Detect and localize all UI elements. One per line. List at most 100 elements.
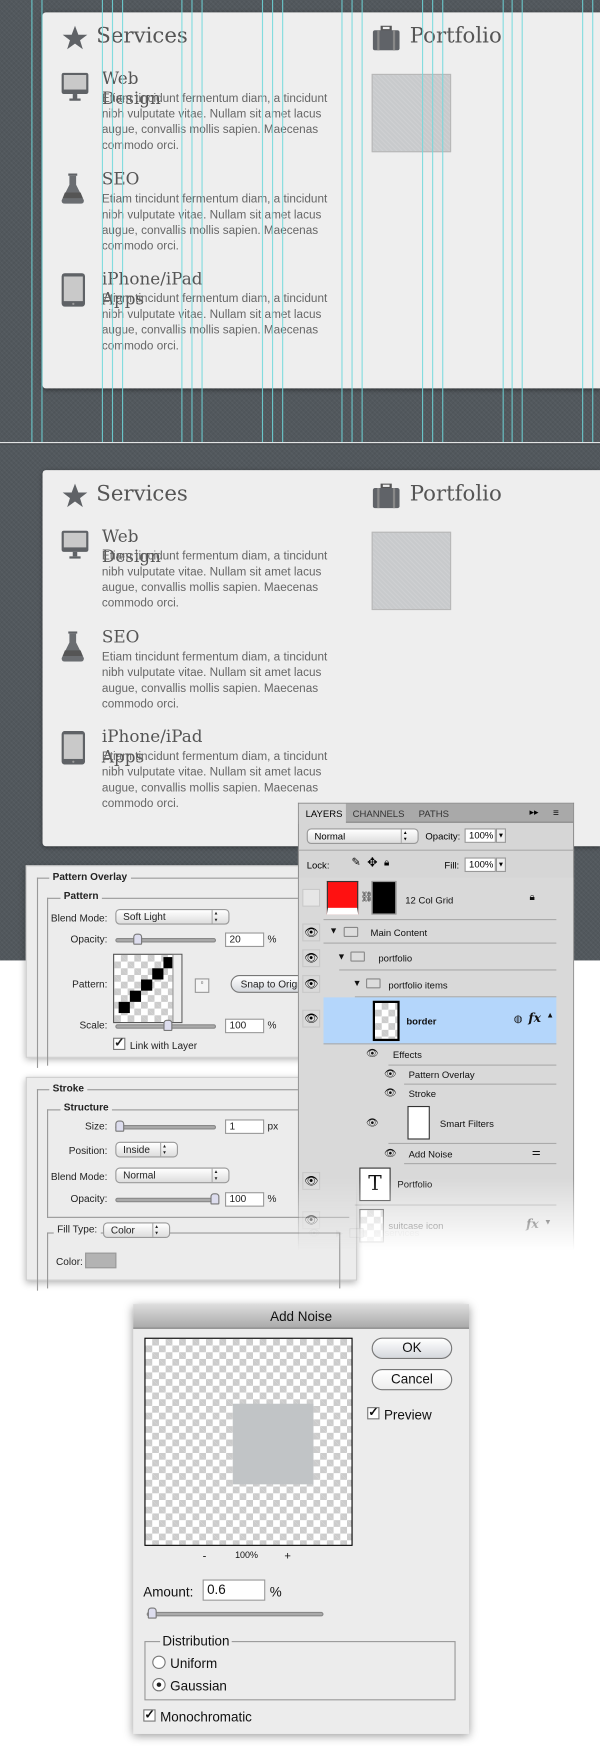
cancel-button[interactable]: Cancel [371, 1369, 453, 1391]
folder-icon [366, 978, 381, 989]
grid-guide-line [101, 0, 103, 443]
effect-pattern-overlay[interactable]: 👁︎ Pattern Overlay [384, 1066, 557, 1085]
visibility-toggle[interactable] [302, 888, 321, 907]
blend-mode-select[interactable]: Normal [115, 1167, 230, 1184]
collapse-effects-icon[interactable]: ▲ [546, 1012, 554, 1020]
size-input[interactable]: 1 [224, 1119, 265, 1134]
eye-icon[interactable]: 👁︎ [302, 1009, 321, 1028]
eye-icon[interactable]: 👁︎ [366, 1048, 379, 1060]
pattern-label: Pattern: [72, 978, 108, 990]
fx-icon[interactable]: fx [526, 1217, 539, 1232]
layer-border-selected[interactable]: border ◍ fx ▲ [323, 997, 557, 1045]
lock-move-icon[interactable]: ✥ [367, 855, 377, 869]
red-fill-thumbnail [326, 880, 359, 915]
scale-input[interactable]: 100 [224, 1018, 265, 1034]
opacity-slider[interactable] [115, 1193, 220, 1205]
text-layer-thumbnail: T [359, 1167, 391, 1202]
collapse-icon[interactable]: ▸▸ [529, 807, 538, 817]
effects-row[interactable]: 👁︎ Effects [366, 1044, 557, 1066]
eye-icon[interactable]: 👁︎ [384, 1087, 397, 1099]
fill-type-select[interactable]: Color [102, 1222, 171, 1239]
filter-add-noise[interactable]: 👁︎ Add Noise ⚌ [384, 1144, 557, 1165]
group-main-content[interactable]: ▼ Main Content [323, 920, 557, 944]
panel-menu-icon[interactable]: ≡ [553, 807, 559, 818]
group-portfolio-items[interactable]: ▼ portfolio items [353, 971, 557, 998]
gaussian-radio[interactable] [152, 1677, 166, 1692]
opacity-dropdown-icon[interactable]: ▼ [495, 828, 506, 843]
zoom-in-button[interactable]: + [284, 1550, 291, 1562]
expand-triangle-icon[interactable]: ▼ [353, 978, 362, 988]
tab-layers[interactable]: LAYERS [298, 803, 346, 824]
tab-channels[interactable]: CHANNELS [348, 804, 409, 819]
eye-icon[interactable]: 👁︎ [384, 1068, 397, 1080]
opacity-input[interactable]: 100 [224, 1192, 265, 1207]
amount-slider[interactable] [146, 1607, 324, 1619]
preview-area[interactable] [144, 1337, 353, 1546]
position-select[interactable]: Inside [115, 1141, 178, 1158]
filter-icon: ◍ [513, 1013, 523, 1025]
layer-12-col-grid[interactable]: ⛓ 12 Col Grid 🔒︎ [323, 878, 557, 921]
layer-suitcase-icon[interactable]: suitcase icon fx ▼ [355, 1206, 556, 1246]
link-with-layer-checkbox[interactable]: ✓ [113, 1037, 126, 1050]
lock-transparent-icon[interactable] [336, 859, 347, 870]
blending-options-icon[interactable]: ⚌ [532, 1146, 541, 1158]
pattern-swatch[interactable] [113, 953, 183, 1024]
service-description: Etiam tincidunt fermentum diam, a tincid… [101, 650, 328, 711]
preview-checkbox[interactable]: ✓ [367, 1407, 380, 1420]
eye-icon[interactable]: 👁︎ [302, 974, 321, 993]
fill-dropdown-icon[interactable]: ▼ [495, 857, 506, 873]
fill-label: Fill: [444, 859, 460, 871]
expand-triangle-icon[interactable]: ▼ [329, 926, 338, 936]
blend-mode-select[interactable]: Soft Light [115, 908, 230, 925]
eye-icon[interactable]: 👁︎ [308, 1227, 320, 1238]
layer-opacity-input[interactable]: 100% [464, 828, 496, 843]
scale-label: Scale: [79, 1019, 108, 1031]
portfolio-thumbnail[interactable] [371, 531, 452, 611]
group-portfolio[interactable]: ▼ portfolio [337, 944, 557, 971]
layer-blend-select[interactable]: Normal [306, 828, 419, 845]
suitcase-icon [372, 25, 400, 51]
folder-icon [349, 1228, 364, 1239]
eye-icon[interactable]: 👁︎ [302, 949, 321, 968]
expand-effects-icon[interactable]: ▼ [544, 1219, 552, 1227]
eye-icon[interactable]: 👁︎ [302, 923, 321, 942]
eye-icon[interactable]: 👁︎ [302, 1172, 321, 1190]
service-description: Etiam tincidunt fermentum diam, a tincid… [101, 549, 328, 611]
unit: % [267, 933, 277, 945]
scale-slider[interactable] [115, 1019, 217, 1031]
mockup-with-guides: Services Portfolio Web Design Etiam tinci… [0, 0, 600, 443]
folder-icon [343, 927, 359, 938]
grid-guide-line [442, 0, 444, 443]
uniform-radio[interactable] [152, 1655, 166, 1670]
eye-icon[interactable]: 👁︎ [384, 1147, 397, 1159]
layer-name: Pattern Overlay [408, 1069, 475, 1081]
color-swatch[interactable] [85, 1252, 117, 1269]
monochromatic-checkbox[interactable]: ✓ [143, 1709, 156, 1722]
ok-button[interactable]: OK [371, 1337, 453, 1359]
group-services[interactable]: 👁︎ ▶ services [308, 1226, 420, 1239]
layer-portfolio-text[interactable]: T Portfolio [354, 1164, 557, 1206]
fx-icon[interactable]: fx [528, 1011, 541, 1026]
fill-type-label: Fill Type: [53, 1223, 101, 1235]
new-preset-icon[interactable]: ▫ [194, 978, 210, 993]
tab-paths[interactable]: PATHS [414, 804, 453, 819]
eye-icon[interactable]: 👁︎ [366, 1117, 379, 1129]
lock-paint-icon[interactable]: ✎ [351, 856, 360, 868]
amount-input[interactable]: 0.6 [202, 1579, 266, 1601]
group-title: Pattern [60, 889, 102, 902]
monitor-icon [61, 530, 89, 566]
size-slider[interactable] [115, 1120, 217, 1132]
smart-filters-row[interactable]: 👁︎ Smart Filters [366, 1104, 557, 1145]
layer-name: services [384, 1226, 420, 1239]
zoom-out-button[interactable]: - [203, 1550, 207, 1562]
pattern-overlay-panel: Pattern Overlay Pattern Blend Mode: Soft… [25, 865, 332, 1068]
opacity-slider[interactable] [115, 933, 217, 945]
unit: % [267, 1193, 277, 1205]
opacity-input[interactable]: 20 [224, 932, 265, 948]
expand-triangle-icon[interactable]: ▶ [336, 1227, 343, 1238]
effect-stroke[interactable]: 👁︎ Stroke [384, 1085, 556, 1104]
expand-triangle-icon[interactable]: ▼ [337, 951, 346, 961]
fill-input[interactable]: 100% [464, 857, 496, 873]
portfolio-thumbnail[interactable] [371, 73, 452, 153]
lock-all-icon[interactable]: 🔒︎ [384, 856, 389, 868]
